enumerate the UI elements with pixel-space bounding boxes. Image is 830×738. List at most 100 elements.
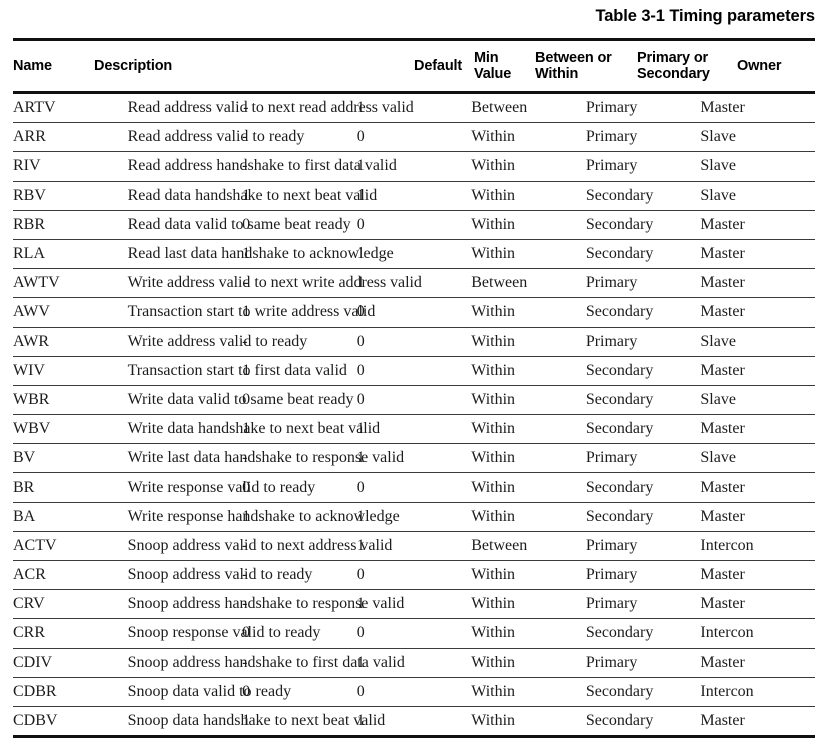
cell-primary-or-secondary: Primary — [585, 151, 701, 182]
table-row: RIV Read address handshake to first data … — [13, 151, 815, 182]
table-row: BA Write response handshake to acknowledg… — [13, 501, 815, 532]
table-row: CRR Snoop response valid to ready 0 0 Within… — [13, 618, 815, 649]
table-caption: Table 3-1 Timing parameters — [595, 7, 815, 25]
table-row: WBR Write data valid to same beat ready 0 0… — [13, 384, 815, 415]
cell-name: RLA — [13, 238, 128, 269]
cell-primary-or-secondary: Secondary — [585, 501, 701, 532]
cell-primary-or-secondary: Secondary — [585, 705, 701, 736]
cell-name: RBV — [13, 180, 128, 211]
cell-between-or-within: Within — [471, 355, 586, 386]
cell-name: CDBV — [13, 705, 128, 736]
cell-description: Write data valid to same beat ready — [127, 384, 353, 415]
table-header-row: Name Description Default Min Value Betwe… — [13, 41, 815, 91]
column-header-min-value: Min Value — [474, 41, 535, 91]
cell-min-value: 0 — [356, 355, 472, 386]
cell-primary-or-secondary: Secondary — [585, 238, 701, 269]
cell-owner: Master — [700, 99, 745, 117]
cell-primary-or-secondary: Secondary — [585, 384, 701, 415]
cell-name: CDIV — [13, 647, 128, 678]
column-header-primary-or-secondary: Primary or Secondary — [637, 41, 737, 91]
cell-min-value: 0 — [356, 618, 472, 649]
cell-between-or-within: Within — [471, 180, 586, 211]
cell-name: WBR — [13, 384, 128, 415]
cell-primary-or-secondary: Secondary — [585, 676, 701, 707]
cell-description: Snoop address handshake to first data va… — [127, 647, 405, 678]
cell-owner: Slave — [700, 384, 815, 415]
cell-owner: Master — [700, 209, 815, 240]
cell-description: Write address valid to ready — [127, 326, 307, 357]
cell-between-or-within: Within — [471, 647, 586, 678]
cell-primary-or-secondary: Primary — [585, 326, 701, 357]
column-header-min-value-line1: Min — [474, 50, 499, 66]
cell-name: ARR — [13, 122, 128, 152]
cell-name: ARTV — [13, 99, 56, 117]
cell-owner: Master — [700, 589, 815, 619]
table-row: CDBV Snoop data handshake to next beat va… — [13, 705, 815, 736]
cell-between-or-within: Within — [471, 209, 586, 240]
cell-between-or-within: Within — [471, 384, 586, 415]
cell-name: BA — [13, 501, 128, 532]
cell-between-or-within: Within — [471, 326, 586, 357]
cell-name: CDBR — [13, 676, 128, 707]
cell-description: Read address valid to ready — [127, 122, 304, 152]
cell-description: Transaction start to first data valid — [127, 355, 347, 386]
cell-between-or-within: Within — [471, 297, 586, 327]
cell-name: BR — [13, 472, 128, 503]
cell-description: Read address valid to next read address … — [127, 99, 414, 117]
cell-min-value: 0 — [356, 122, 472, 152]
cell-name: CRR — [13, 618, 128, 649]
cell-description: Write address valid to next write addres… — [127, 268, 422, 298]
cell-owner: Slave — [700, 151, 815, 182]
timing-parameters-table-wrapper: Name Description Default Min Value Betwe… — [13, 38, 815, 738]
cell-between-or-within: Within — [471, 122, 586, 152]
column-header-owner: Owner — [737, 58, 782, 74]
timing-parameters-table: Name Description Default Min Value Betwe… — [13, 41, 815, 91]
cell-primary-or-secondary: Primary — [585, 122, 701, 152]
cell-description: Snoop address handshake to response vali… — [127, 589, 404, 619]
table-row: ARTV Read address valid to next read addr… — [13, 94, 815, 123]
table-row: CDIV Snoop address handshake to first dat… — [13, 647, 815, 678]
cell-min-value: 0 — [356, 326, 472, 357]
table-row: BR Write response valid to ready 0 0 Within S… — [13, 472, 815, 503]
cell-between-or-within: Within — [471, 472, 586, 503]
cell-owner: Master — [700, 297, 815, 327]
cell-min-value: 0 — [356, 384, 472, 415]
cell-between-or-within: Within — [471, 589, 586, 619]
cell-name: AWTV — [13, 268, 128, 298]
cell-primary-or-secondary: Primary — [585, 99, 638, 117]
cell-between-or-within: Within — [471, 443, 586, 473]
table-row: RBR Read data valid to same beat ready 0 0 W… — [13, 209, 815, 240]
table-row: AWV Transaction start to write address va… — [13, 297, 815, 327]
cell-description: Snoop address valid to ready — [127, 559, 312, 590]
cell-owner: Master — [700, 647, 815, 678]
cell-primary-or-secondary: Secondary — [585, 297, 701, 327]
cell-between-or-within: Within — [471, 414, 586, 444]
table-row: RBV Read data handshake to next beat vali… — [13, 180, 815, 211]
cell-owner: Intercon — [700, 618, 815, 649]
cell-between-or-within: Within — [471, 618, 586, 649]
table-row: CDBR Snoop data valid to ready 0 0 Within Sec… — [13, 676, 815, 707]
table-row: CRV Snoop address handshake to response v… — [13, 589, 815, 619]
cell-owner: Slave — [700, 326, 815, 357]
cell-name: ACTV — [13, 530, 128, 561]
table-row: WIV Transaction start to first data valid… — [13, 355, 815, 386]
cell-between-or-within: Within — [471, 559, 586, 590]
column-header-name: Name — [13, 58, 52, 74]
cell-description: Read data handshake to next beat valid — [127, 180, 377, 211]
cell-owner: Intercon — [700, 676, 815, 707]
cell-owner: Master — [700, 268, 815, 298]
cell-description: Read address handshake to first data val… — [127, 151, 397, 182]
column-header-between-or-within-line1: Between or — [535, 50, 612, 66]
cell-name: RIV — [13, 151, 128, 182]
table-row: AWR Write address valid to ready -0 Within P… — [13, 326, 815, 357]
cell-name: BV — [13, 443, 128, 473]
cell-between-or-within: Within — [471, 151, 586, 182]
column-header-description: Description — [94, 58, 173, 74]
table-row: AWTV Write address valid to next write ad… — [13, 268, 815, 298]
cell-name: ACR — [13, 559, 128, 590]
column-header-primary-or-secondary-line1: Primary or — [637, 50, 709, 66]
cell-name: AWR — [13, 326, 128, 357]
cell-owner: Slave — [700, 443, 815, 473]
cell-primary-or-secondary: Primary — [585, 559, 701, 590]
cell-primary-or-secondary: Primary — [585, 268, 701, 298]
